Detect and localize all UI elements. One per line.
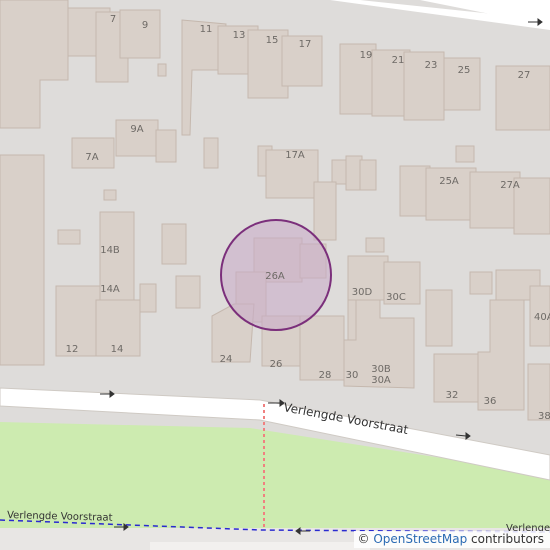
building [0, 154, 45, 366]
house-number: 7A [85, 152, 98, 163]
house-number: 25A [439, 176, 459, 187]
house-number: 13 [233, 30, 246, 41]
house-number: 27A [500, 180, 520, 191]
house-number: 15 [266, 35, 279, 46]
house-number: 17A [285, 150, 305, 161]
house-number: 24 [220, 354, 233, 365]
house-number: 14B [100, 245, 120, 256]
building [0, 0, 69, 129]
marker-label: 26A [265, 271, 285, 282]
house-number: 14 [111, 344, 124, 355]
building [139, 283, 157, 313]
house-number: 19 [360, 50, 373, 61]
house-number: 12 [66, 344, 79, 355]
house-number: 25 [458, 65, 471, 76]
house-number: 17 [299, 39, 312, 50]
map-layer: 7 9 11 13 15 17 19 21 23 25 27 9A 7A 17A… [0, 0, 550, 550]
house-number: 23 [425, 60, 438, 71]
building [365, 237, 385, 253]
house-number: 21 [392, 55, 405, 66]
building [425, 289, 453, 347]
building [119, 9, 161, 59]
buildings [0, 0, 550, 421]
house-number: 40A [534, 312, 550, 323]
house-number: 30A [371, 375, 391, 386]
house-number: 30D [352, 287, 373, 298]
building [157, 63, 167, 77]
copyright-symbol: © [357, 532, 370, 546]
building [469, 271, 493, 295]
house-number: 26 [270, 359, 283, 370]
openstreetmap-link[interactable]: OpenStreetMap [373, 532, 467, 546]
building [161, 223, 187, 265]
house-number: 30B [371, 364, 391, 375]
building [313, 181, 337, 241]
house-number: 38 [538, 411, 550, 422]
building [57, 229, 81, 245]
building [103, 189, 117, 201]
map-canvas[interactable]: 7 9 11 13 15 17 19 21 23 25 27 9A 7A 17A… [0, 0, 550, 550]
house-number: 27 [518, 70, 531, 81]
house-number: 14A [100, 284, 120, 295]
house-number: 30C [386, 292, 406, 303]
building [359, 159, 377, 191]
building [175, 275, 201, 309]
building [203, 137, 219, 169]
house-number: 30 [346, 370, 359, 381]
house-number: 9A [130, 124, 143, 135]
house-number: 28 [319, 370, 332, 381]
building [455, 145, 475, 163]
house-number: 36 [484, 396, 497, 407]
house-number: 7 [110, 14, 116, 25]
building [155, 129, 177, 163]
building [99, 211, 135, 313]
house-number: 32 [446, 390, 459, 401]
house-number: 9 [142, 20, 148, 31]
map-attribution: © OpenStreetMap contributors [353, 531, 550, 548]
lower-road-strip [150, 542, 370, 550]
attribution-suffix: contributors [471, 532, 544, 546]
house-number: 11 [200, 24, 213, 35]
building [477, 299, 525, 411]
